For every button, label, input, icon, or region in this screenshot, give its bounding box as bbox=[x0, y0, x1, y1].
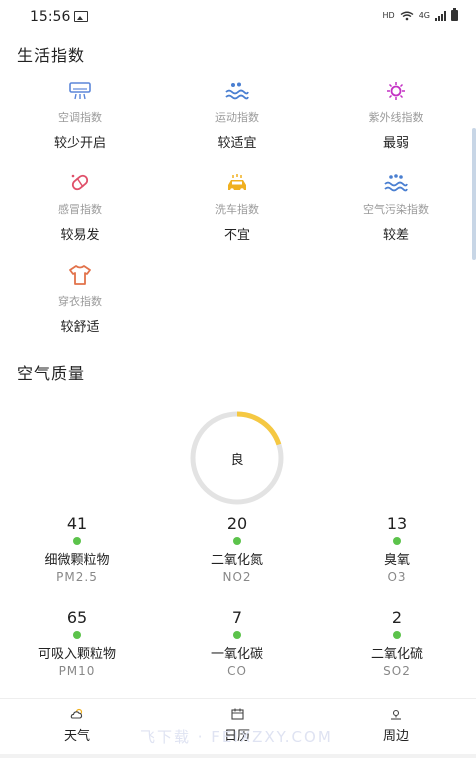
life-index-title: 生活指数 bbox=[17, 46, 86, 65]
index-value: 较差 bbox=[382, 228, 409, 243]
tab-label: 天气 bbox=[63, 729, 90, 744]
aq-name: 一氧化碳 bbox=[210, 647, 263, 662]
navigation-strip bbox=[0, 754, 476, 758]
aq-item-pm25: 41 细微颗粒物 PM2.5 bbox=[0, 514, 157, 584]
air-conditioner-icon bbox=[67, 80, 93, 102]
index-value: 较适宜 bbox=[217, 136, 257, 151]
network-4g-badge: 4G bbox=[418, 11, 430, 20]
index-item-air-pollution[interactable]: 空气污染指数 较差 bbox=[316, 172, 476, 243]
aq-status-dot bbox=[393, 631, 401, 639]
sport-icon bbox=[224, 80, 250, 102]
car-wash-icon bbox=[224, 172, 250, 194]
index-value: 最弱 bbox=[382, 136, 409, 151]
aq-item-pm10: 65 可吸入颗粒物 PM10 bbox=[0, 608, 157, 678]
watermark: 飞下载 · FEIXZXY.COM bbox=[140, 728, 333, 746]
aq-value: 65 bbox=[66, 608, 88, 627]
wifi-icon bbox=[400, 11, 414, 20]
location-icon bbox=[389, 707, 403, 720]
aq-value: 20 bbox=[226, 514, 248, 533]
index-value: 较舒适 bbox=[60, 320, 100, 335]
aq-code: PM2.5 bbox=[56, 570, 98, 584]
aq-value: 2 bbox=[391, 608, 403, 627]
tab-label: 周边 bbox=[382, 729, 409, 744]
calendar-icon bbox=[230, 707, 244, 720]
tab-weather[interactable]: 天气 bbox=[27, 707, 127, 744]
aq-code: SO2 bbox=[383, 664, 411, 678]
aq-code: PM10 bbox=[58, 664, 96, 678]
aq-status-dot bbox=[73, 537, 81, 545]
uv-sun-icon bbox=[383, 80, 409, 102]
index-name: 感冒指数 bbox=[58, 203, 102, 216]
cold-pill-icon bbox=[67, 172, 93, 194]
air-quality-level: 良 bbox=[230, 452, 244, 468]
index-name: 紫外线指数 bbox=[368, 111, 424, 124]
index-item-car-wash[interactable]: 洗车指数 不宜 bbox=[157, 172, 317, 243]
clothing-icon bbox=[67, 264, 93, 286]
aq-name: 可吸入颗粒物 bbox=[37, 647, 116, 662]
index-value: 不宜 bbox=[223, 228, 250, 243]
aq-name: 细微颗粒物 bbox=[44, 553, 110, 568]
aq-name: 二氧化氮 bbox=[210, 553, 263, 568]
index-name: 洗车指数 bbox=[215, 203, 259, 216]
index-value: 较少开启 bbox=[53, 136, 106, 151]
weather-icon bbox=[70, 707, 84, 720]
aq-item-no2: 20 二氧化氮 NO2 bbox=[157, 514, 317, 584]
aq-status-dot bbox=[393, 537, 401, 545]
aq-code: CO bbox=[227, 664, 247, 678]
aq-code: NO2 bbox=[222, 570, 252, 584]
index-item-uv[interactable]: 紫外线指数 最弱 bbox=[316, 80, 476, 151]
index-value: 较易发 bbox=[60, 228, 100, 243]
index-name: 空调指数 bbox=[58, 111, 102, 124]
aq-value: 13 bbox=[386, 514, 408, 533]
aq-code: O3 bbox=[387, 570, 407, 584]
aq-status-dot bbox=[233, 631, 241, 639]
index-item-cold[interactable]: 感冒指数 较易发 bbox=[0, 172, 160, 243]
tab-nearby[interactable]: 周边 bbox=[346, 707, 446, 744]
image-notification-icon bbox=[74, 11, 88, 22]
aq-item-co: 7 一氧化碳 CO bbox=[157, 608, 317, 678]
hd-badge: HD bbox=[382, 11, 395, 20]
aq-item-o3: 13 臭氧 O3 bbox=[317, 514, 476, 584]
index-item-air-conditioner[interactable]: 空调指数 较少开启 bbox=[0, 80, 160, 151]
signal-icon bbox=[435, 10, 446, 21]
status-indicators: HD 4G bbox=[382, 8, 458, 21]
aq-name: 臭氧 bbox=[383, 553, 410, 568]
status-time: 15:56 bbox=[30, 9, 71, 25]
index-item-clothing[interactable]: 穿衣指数 较舒适 bbox=[0, 264, 160, 335]
aq-value: 7 bbox=[231, 608, 243, 627]
status-bar: 15:56 HD 4G bbox=[0, 0, 476, 34]
aq-value: 41 bbox=[66, 514, 88, 533]
index-item-sport[interactable]: 运动指数 较适宜 bbox=[157, 80, 317, 151]
battery-icon bbox=[451, 8, 458, 21]
air-quality-gauge: 良 bbox=[189, 410, 285, 506]
aq-name: 二氧化硫 bbox=[370, 647, 423, 662]
aq-status-dot bbox=[73, 631, 81, 639]
index-name: 空气污染指数 bbox=[363, 203, 429, 216]
scrollbar-thumb[interactable] bbox=[472, 128, 476, 260]
air-quality-title: 空气质量 bbox=[17, 364, 86, 383]
index-name: 穿衣指数 bbox=[58, 295, 102, 308]
air-pollution-icon bbox=[383, 172, 409, 194]
index-name: 运动指数 bbox=[215, 111, 259, 124]
aq-item-so2: 2 二氧化硫 SO2 bbox=[317, 608, 476, 678]
aq-status-dot bbox=[233, 537, 241, 545]
